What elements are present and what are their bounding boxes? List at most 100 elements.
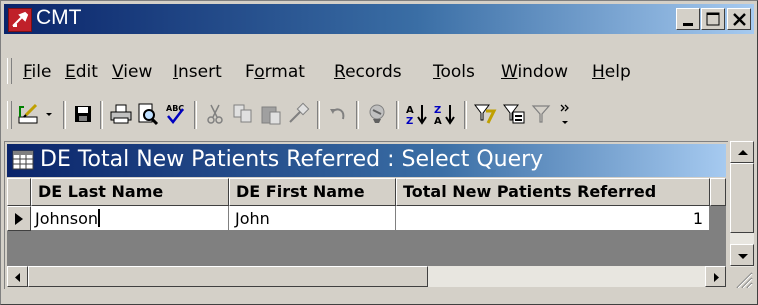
view-dropdown-button[interactable] — [44, 101, 56, 127]
close-button[interactable] — [727, 8, 751, 30]
scroll-left-icon — [15, 273, 20, 282]
undo-button[interactable] — [325, 101, 351, 127]
spelling-icon: ABC — [166, 104, 184, 124]
cut-icon — [207, 104, 223, 124]
window-title: CMT — [36, 6, 82, 29]
toolbar-options-icon — [560, 104, 569, 124]
toolbar-separator — [63, 101, 66, 129]
dropdown-arrow-icon — [46, 113, 52, 116]
column-header-filler — [710, 178, 726, 206]
query-window-title: DE Total New Patients Referred : Select … — [40, 147, 544, 172]
text-cursor — [98, 209, 101, 227]
print-preview-button[interactable] — [135, 101, 161, 127]
menu-view[interactable]: View — [112, 62, 152, 82]
restore-icon — [706, 12, 720, 26]
minimize-icon — [683, 23, 693, 26]
toolbar-separator — [396, 101, 399, 129]
print-button[interactable] — [108, 101, 134, 127]
toolbar-separator — [100, 101, 103, 129]
query-window: DE Total New Patients Referred : Select … — [4, 141, 728, 289]
menu-format[interactable]: Format — [245, 62, 305, 82]
paste-icon — [261, 106, 281, 125]
title-bar[interactable]: CMT — [4, 4, 754, 34]
copy-button[interactable] — [230, 101, 256, 127]
toolbar-options-button[interactable] — [559, 101, 573, 127]
filter-by-selection-button[interactable] — [472, 101, 498, 127]
maximize-button[interactable] — [701, 8, 725, 30]
format-painter-button[interactable] — [285, 101, 311, 127]
toolbar: ABC A Z Z A — [4, 96, 754, 132]
scroll-left-button[interactable] — [7, 266, 28, 287]
datasheet: DE Last Name DE First Name Total New Pat… — [7, 178, 726, 266]
cell-first-name[interactable]: John — [229, 206, 396, 231]
select-all-corner[interactable] — [7, 178, 31, 206]
filter-by-selection-icon — [474, 104, 497, 124]
column-header-total-new-patients[interactable]: Total New Patients Referred — [396, 178, 710, 206]
app-window: CMT File Edit View Insert Format Records… — [0, 0, 758, 305]
paste-button[interactable] — [258, 101, 284, 127]
minimize-button[interactable] — [676, 8, 700, 30]
sort-ascending-icon: A Z — [406, 105, 427, 127]
design-view-icon — [18, 103, 38, 124]
menu-file[interactable]: File — [23, 62, 51, 82]
query-window-title-bar[interactable]: DE Total New Patients Referred : Select … — [7, 144, 726, 177]
menu-window[interactable]: Window — [501, 62, 568, 82]
scroll-down-icon — [738, 254, 748, 259]
apply-filter-button[interactable] — [529, 101, 555, 127]
toolbar-separator — [194, 101, 197, 129]
apply-filter-icon — [531, 105, 551, 123]
column-header-last-name[interactable]: DE Last Name — [31, 178, 229, 206]
sort-descending-button[interactable]: Z A — [432, 101, 458, 127]
copy-icon — [233, 104, 252, 123]
size-grip-icon — [736, 272, 753, 289]
toolbar-separator — [356, 101, 359, 129]
scroll-right-icon — [714, 273, 719, 282]
menu-grip[interactable] — [7, 58, 12, 84]
svg-text:A: A — [434, 116, 442, 127]
hyperlink-icon — [369, 104, 385, 123]
horizontal-scrollbar[interactable] — [7, 266, 726, 287]
vertical-scroll-thumb[interactable] — [730, 163, 754, 233]
print-preview-icon — [138, 103, 159, 126]
filter-by-form-button[interactable] — [501, 101, 527, 127]
row-filler — [710, 206, 726, 231]
vertical-scrollbar[interactable] — [730, 141, 754, 287]
svg-text:A: A — [406, 105, 414, 116]
scroll-up-button[interactable] — [730, 141, 754, 163]
size-grip[interactable] — [730, 267, 754, 289]
hyperlink-button[interactable] — [364, 101, 390, 127]
spelling-button[interactable]: ABC — [162, 101, 188, 127]
save-icon — [75, 106, 91, 122]
cell-total-new-patients[interactable]: 1 — [396, 206, 710, 231]
scroll-down-button[interactable] — [730, 244, 754, 266]
horizontal-scroll-thumb[interactable] — [28, 266, 428, 287]
menu-records[interactable]: Records — [334, 62, 402, 82]
menu-edit[interactable]: Edit — [65, 62, 98, 82]
column-header-first-name[interactable]: DE First Name — [229, 178, 396, 206]
close-icon — [733, 13, 746, 26]
sort-ascending-button[interactable]: A Z — [404, 101, 430, 127]
record-selector[interactable] — [7, 206, 31, 231]
menu-insert[interactable]: Insert — [173, 62, 222, 82]
design-view-button[interactable] — [16, 101, 42, 127]
cut-button[interactable] — [202, 101, 228, 127]
toolbar-grip[interactable] — [7, 101, 12, 129]
access-key-icon[interactable] — [8, 8, 32, 32]
menu-tools[interactable]: Tools — [433, 62, 475, 82]
scroll-right-button[interactable] — [705, 266, 726, 287]
sort-descending-icon: Z A — [434, 105, 455, 127]
svg-text:Z: Z — [434, 105, 441, 116]
menu-help[interactable]: Help — [592, 62, 631, 82]
undo-icon — [330, 108, 345, 120]
scroll-up-icon — [738, 150, 748, 155]
save-button[interactable] — [70, 101, 96, 127]
format-painter-icon — [289, 102, 310, 123]
toolbar-separator — [317, 101, 320, 129]
cell-last-name[interactable]: Johnson — [31, 206, 229, 231]
print-icon — [110, 104, 132, 124]
row-pointer-icon — [15, 213, 23, 225]
toolbar-separator — [464, 101, 467, 129]
query-datasheet-icon — [12, 150, 34, 170]
menu-bar: File Edit View Insert Format Records Too… — [4, 55, 754, 85]
svg-text:Z: Z — [406, 116, 413, 127]
